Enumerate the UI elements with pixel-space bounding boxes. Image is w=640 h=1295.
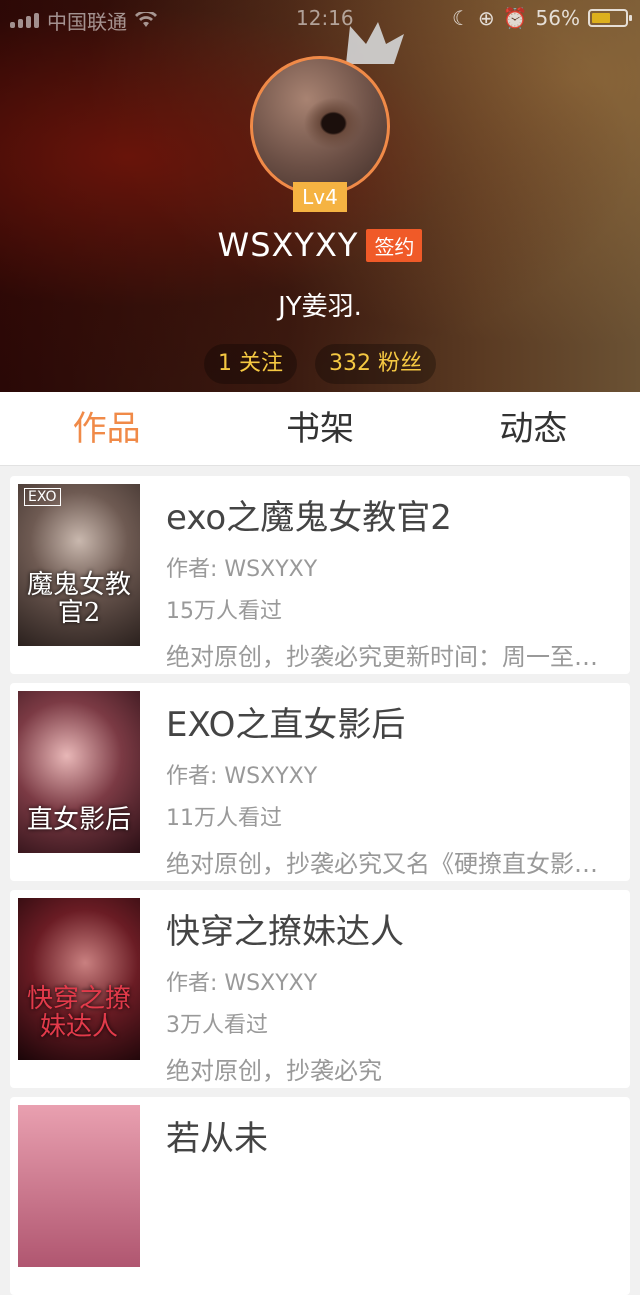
book-cover: EXO 魔鬼女教官2 [18,484,140,646]
carrier-label: 中国联通 [47,10,127,34]
lock-rotation-icon: ⊕ [477,6,495,30]
book-views: 15万人看过 [166,599,282,624]
book-card[interactable]: 快穿之撩妹达人 快穿之撩妹达人 作者: WSXYXY 3万人看过 绝对原创，抄袭… [10,890,630,1088]
book-cover: 快穿之撩妹达人 [18,898,140,1060]
book-description: 绝对原创，抄袭必究 [166,1057,382,1085]
followers-count[interactable]: 332 粉丝 [315,344,436,384]
book-cover [18,1105,140,1267]
book-description: 绝对原创，抄袭必究更新时间：周一至周五 [166,643,618,671]
avatar[interactable] [250,56,390,196]
cover-text: 快穿之撩妹达人 [26,983,131,1043]
level-badge: Lv4 [293,182,347,212]
book-card[interactable]: EXO 魔鬼女教官2 exo之魔鬼女教官2 作者: WSXYXY 15万人看过 … [10,476,630,674]
tab-activity[interactable]: 动态 [427,392,640,465]
tab-bookshelf[interactable]: 书架 [213,392,426,465]
book-views: 11万人看过 [166,806,282,831]
book-cover: 直女影后 [18,691,140,853]
book-title: 若从未 [166,1119,268,1159]
user-bio: JY姜羽. [278,292,362,322]
battery-icon [588,9,632,27]
book-card[interactable]: 若从未 [10,1097,630,1295]
tab-works[interactable]: 作品 [0,392,213,465]
alarm-icon: ⏰ [502,6,528,30]
signal-icon [10,13,39,28]
moon-icon: ☾ [451,6,470,30]
battery-percent: 56% [535,6,580,30]
book-author: 作者: WSXYXY [166,764,318,789]
signed-badge: 签约 [366,228,423,262]
profile-tabs: 作品 书架 动态 [0,392,640,466]
cover-text: 直女影后 [26,805,131,836]
book-title: exo之魔鬼女教官2 [166,498,452,538]
book-author: 作者: WSXYXY [166,971,318,996]
book-description: 绝对原创，抄袭必究又名《硬撩直女影后》 [166,850,618,878]
book-author: 作者: WSXYXY [166,557,318,582]
status-bar: 中国联通 12:16 ☾ ⊕ ⏰ 56% [0,0,640,36]
username: WSXYXY [217,226,359,264]
book-views: 3万人看过 [166,1013,268,1038]
battery-fill [592,13,610,23]
book-title: EXO之直女影后 [166,705,406,745]
cover-text: 魔鬼女教官2 [26,569,131,629]
following-count[interactable]: 1 关注 [204,344,297,384]
book-title: 快穿之撩妹达人 [166,912,404,952]
wifi-icon [135,9,157,33]
book-card[interactable]: 直女影后 EXO之直女影后 作者: WSXYXY 11万人看过 绝对原创，抄袭必… [10,683,630,881]
profile-header: 中国联通 12:16 ☾ ⊕ ⏰ 56% Lv4 WSXYXY 签约 JY姜羽.… [0,0,640,392]
